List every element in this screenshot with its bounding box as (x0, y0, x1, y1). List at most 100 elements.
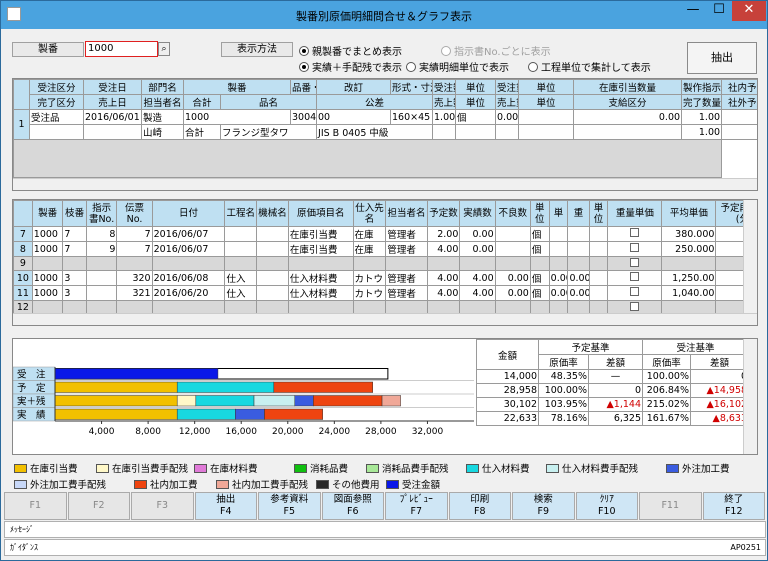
row-number[interactable]: 7 (13, 226, 33, 242)
fkey-f7-button[interactable]: ﾌﾟﾚﾋﾞｭｰ F7 (385, 492, 448, 520)
detail-cell[interactable]: 4.00 (426, 241, 461, 257)
upper-data-row[interactable]: 1受注品2016/06/01製造1000300400160×45 (FC200)… (13, 109, 757, 140)
weight-price-checkbox[interactable] (607, 226, 663, 242)
radio-circle[interactable] (441, 46, 451, 56)
radio-actual-plus-remaining[interactable]: 実績＋手配残で表示 (299, 59, 402, 74)
detail-cell[interactable]: 在庫 (352, 241, 387, 257)
detail-cell[interactable]: 2016/06/20 (151, 285, 226, 301)
upper-cell[interactable] (495, 124, 520, 140)
detail-cell[interactable]: 在庫引当費 (287, 241, 354, 257)
detail-cell[interactable] (548, 256, 569, 271)
detail-cell[interactable] (494, 256, 531, 271)
upper-cell[interactable]: 00 (316, 109, 392, 125)
upper-cell[interactable]: 1.00 (681, 124, 723, 140)
maximize-button[interactable]: ☐ (706, 1, 732, 21)
fkey-f9-button[interactable]: 検索 F9 (512, 492, 575, 520)
fkey-f3-button[interactable]: F3 (131, 492, 194, 520)
upper-cell[interactable]: 個 (455, 109, 497, 125)
detail-cell[interactable] (256, 256, 289, 271)
chart-vertical-scrollbar[interactable] (743, 339, 757, 454)
checkbox[interactable] (630, 257, 640, 267)
fkey-f8-button[interactable]: 印刷 F8 (448, 492, 511, 520)
detail-cell[interactable] (459, 256, 496, 271)
weight-price-checkbox[interactable] (607, 241, 663, 257)
checkbox[interactable] (630, 287, 640, 296)
detail-cell[interactable] (31, 256, 64, 271)
fkey-f12-button[interactable]: 終了 F12 (702, 492, 765, 520)
detail-cell[interactable]: 1000 (31, 270, 64, 286)
detail-row[interactable]: 9 (13, 256, 757, 271)
fkey-f4-button[interactable]: 抽出 F4 (194, 492, 257, 520)
detail-cell[interactable] (256, 241, 289, 257)
upper-cell[interactable] (518, 109, 575, 125)
upper-data-row[interactable]: 山崎 合計 フランジ型タワ JIS B 0405 中級 1.00 (14, 124, 757, 140)
upper-cell[interactable] (432, 124, 457, 140)
detail-cell[interactable]: 0.00 (494, 270, 531, 286)
detail-row[interactable]: 10 1000 3 320 2016/06/08 仕入 仕入材料費 カトウ 管理者 4.00 4.0… (13, 270, 757, 286)
detail-cell[interactable]: 7 (116, 241, 153, 257)
detail-cell[interactable] (352, 256, 387, 271)
detail-cell[interactable] (494, 241, 531, 257)
radio-process-summary[interactable]: 工程単位で集計して表示 (528, 59, 651, 74)
detail-cell[interactable] (661, 256, 717, 271)
detail-cell[interactable] (426, 256, 461, 271)
detail-horizontal-scrollbar[interactable] (13, 313, 757, 325)
detail-row[interactable]: 7 1000 7 8 7 2016/06/07 在庫引当費 在庫 管理者 2.00 0.00 個 380… (13, 226, 757, 242)
detail-cell[interactable] (588, 256, 609, 271)
detail-cell[interactable]: 3 (62, 270, 87, 286)
detail-cell[interactable]: 7 (116, 226, 153, 242)
detail-cell[interactable]: カトウ (352, 270, 387, 286)
fkey-f1-button[interactable]: F1 (4, 492, 67, 520)
detail-cell[interactable]: 個 (529, 241, 550, 257)
detail-cell[interactable]: 0.00 (567, 270, 590, 286)
detail-cell[interactable]: カトウ (352, 285, 387, 301)
detail-cell[interactable]: 4.00 (426, 270, 461, 286)
row-number[interactable]: 9 (13, 256, 33, 271)
detail-cell[interactable]: 0.00 (459, 241, 496, 257)
upper-cell[interactable]: 受注品 (29, 109, 84, 125)
detail-cell[interactable]: 在庫引当費 (287, 226, 354, 242)
upper-cell[interactable]: 1000 (182, 109, 292, 125)
detail-cell[interactable] (385, 256, 428, 271)
detail-cell[interactable]: 管理者 (385, 241, 428, 257)
upper-cell[interactable] (518, 124, 575, 140)
checkbox[interactable] (630, 243, 640, 252)
row-number[interactable]: 11 (13, 285, 33, 301)
detail-cell[interactable]: 0.00 (494, 285, 531, 301)
detail-cell[interactable] (548, 226, 569, 242)
detail-cell[interactable]: 管理者 (385, 226, 428, 242)
detail-cell[interactable]: 個 (529, 226, 550, 242)
upper-cell[interactable] (573, 124, 683, 140)
search-icon[interactable]: ⌕ (158, 42, 170, 56)
detail-cell[interactable] (588, 270, 609, 286)
minimize-button[interactable]: — (680, 1, 706, 21)
detail-cell[interactable] (494, 226, 531, 242)
detail-cell[interactable]: 1000 (31, 226, 64, 242)
detail-cell[interactable] (224, 256, 258, 271)
detail-cell[interactable]: 321 (116, 285, 153, 301)
radio-instruction-no[interactable]: 指示書No.ごとに表示 (441, 43, 551, 58)
upper-cell[interactable]: 2016/06/01 (83, 109, 142, 125)
detail-cell[interactable]: 1000 (31, 285, 64, 301)
detail-cell[interactable]: 3 (62, 285, 87, 301)
detail-cell[interactable]: 2016/06/07 (151, 226, 226, 242)
upper-cell[interactable] (721, 124, 757, 140)
detail-cell[interactable] (588, 241, 609, 257)
detail-row[interactable]: 11 1000 3 321 2016/06/20 仕入 仕入材料費 カトウ 管理者 4.00 4.0… (13, 285, 757, 301)
fkey-f6-button[interactable]: 図面参照 F6 (321, 492, 384, 520)
detail-cell[interactable] (256, 226, 289, 242)
detail-cell[interactable] (116, 256, 153, 271)
detail-cell[interactable]: 仕入 (224, 285, 258, 301)
upper-cell[interactable]: フランジ型タワ (219, 124, 318, 140)
weight-price-checkbox[interactable] (607, 270, 663, 286)
upper-cell[interactable] (455, 124, 497, 140)
upper-cell[interactable]: 1.00 (681, 109, 723, 125)
radio-circle[interactable] (299, 46, 309, 56)
detail-cell[interactable] (85, 270, 118, 286)
detail-cell[interactable]: 0.00 (567, 285, 590, 301)
fkey-f5-button[interactable]: 参考資料 F5 (258, 492, 321, 520)
detail-cell[interactable]: 0.00 (548, 270, 569, 286)
detail-cell[interactable]: 在庫 (352, 226, 387, 242)
detail-cell[interactable]: 250.000 (661, 241, 717, 257)
upper-cell[interactable]: 3004 (290, 109, 318, 125)
